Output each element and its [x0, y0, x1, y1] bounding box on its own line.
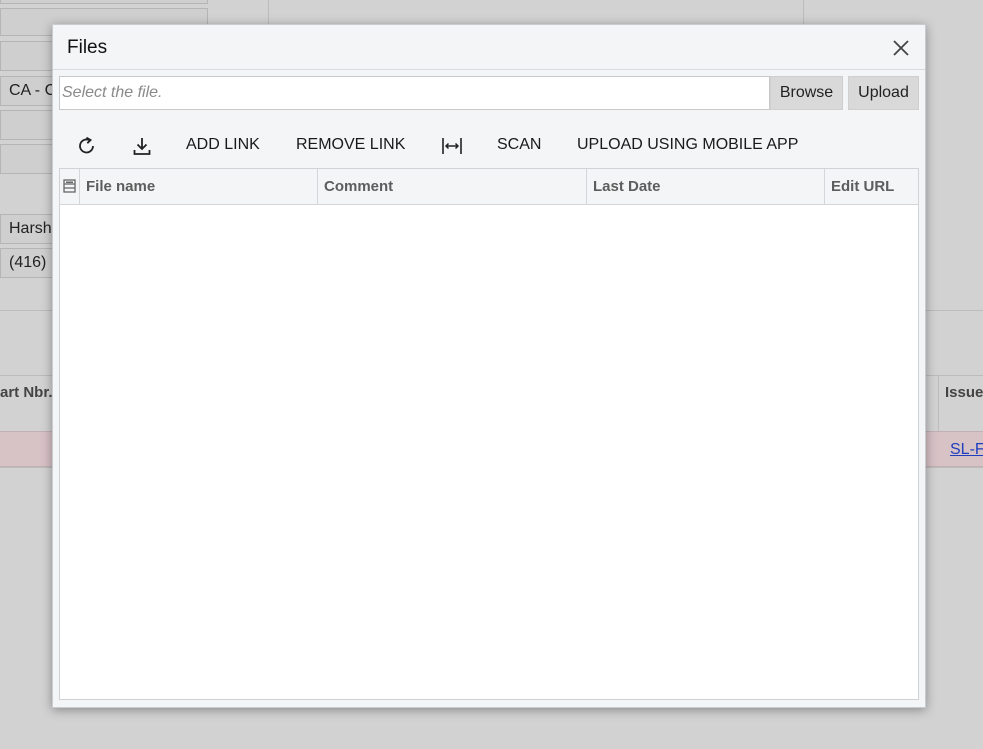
- file-select-input[interactable]: [59, 76, 770, 110]
- column-header-comment[interactable]: Comment: [318, 169, 587, 204]
- close-icon[interactable]: [889, 36, 913, 60]
- files-toolbar: ADD LINK REMOVE LINK SCAN UPLOAD USING M…: [59, 129, 919, 161]
- bg-phone-field: (416): [0, 248, 56, 278]
- file-select-row: Browse Upload: [59, 76, 919, 111]
- bg-divider: [268, 0, 269, 24]
- column-header-file-name[interactable]: File name: [80, 169, 318, 204]
- bg-contact-field: Harsh: [0, 214, 56, 244]
- download-icon[interactable]: [131, 135, 153, 157]
- scan-button[interactable]: SCAN: [497, 129, 541, 161]
- bg-column-issue: Issue: [945, 384, 983, 401]
- dialog-title: Files: [67, 37, 108, 58]
- fit-width-icon[interactable]: [441, 135, 463, 157]
- bg-currency-field: CA - C: [0, 76, 56, 106]
- column-selector-icon[interactable]: [60, 169, 80, 204]
- column-header-last-date[interactable]: Last Date: [587, 169, 825, 204]
- grid-header: File name Comment Last Date Edit URL: [60, 169, 918, 205]
- grid-body: [60, 205, 918, 699]
- bg-field: [0, 110, 56, 140]
- bg-divider: [938, 376, 939, 432]
- upload-button[interactable]: Upload: [848, 76, 919, 110]
- upload-mobile-app-button[interactable]: UPLOAD USING MOBILE APP: [577, 129, 798, 161]
- browse-button[interactable]: Browse: [770, 76, 843, 110]
- files-dialog: Files Browse Upload ADD LINK REMOVE LINK: [52, 24, 926, 708]
- remove-link-button[interactable]: REMOVE LINK: [296, 129, 405, 161]
- bg-field: [0, 41, 56, 71]
- column-header-edit-url[interactable]: Edit URL: [825, 169, 918, 204]
- bg-row-link: SL-F: [950, 441, 983, 458]
- bg-field: [0, 144, 56, 174]
- bg-field: [0, 0, 208, 4]
- refresh-icon[interactable]: [76, 135, 98, 157]
- dialog-header: Files: [53, 25, 925, 70]
- bg-divider: [803, 0, 804, 24]
- files-grid: File name Comment Last Date Edit URL: [59, 168, 919, 700]
- bg-column-part-nbr: art Nbr.: [0, 384, 53, 401]
- add-link-button[interactable]: ADD LINK: [186, 129, 260, 161]
